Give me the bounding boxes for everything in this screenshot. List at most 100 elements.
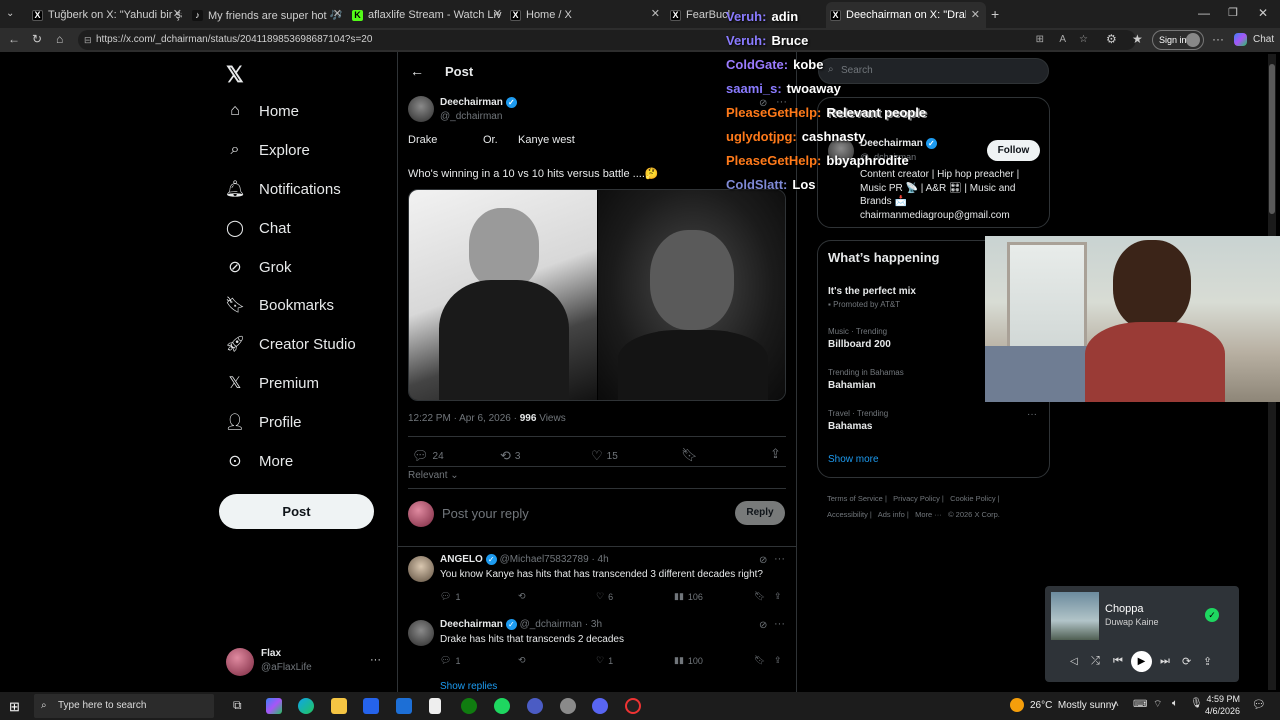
- wifi-icon[interactable]: ⌔: [1153, 698, 1162, 711]
- reply-action[interactable]: 💬︎ 24: [412, 448, 444, 464]
- weather-text[interactable]: 26°C Mostly sunny: [1030, 700, 1116, 711]
- author-handle[interactable]: @_dchairman: [440, 111, 502, 122]
- reply-input[interactable]: Post your reply: [442, 506, 529, 521]
- file-explorer-icon[interactable]: [331, 698, 347, 714]
- account-switcher[interactable]: Flax @aFlaxLife ···: [226, 646, 386, 678]
- repeat-icon[interactable]: ⟳: [1182, 655, 1191, 668]
- browser-tab[interactable]: ♪ My friends are super hot 🎶 😄 #j ✕: [192, 4, 342, 26]
- browser-tab[interactable]: X Tuğberk on X: "Yahudi bir şahıs, kı ✕: [32, 4, 182, 26]
- trend-more-icon[interactable]: ···: [1027, 409, 1037, 420]
- follow-button[interactable]: Follow: [987, 140, 1040, 161]
- tab-close-icon[interactable]: ✕: [173, 7, 182, 20]
- browser-tab-active[interactable]: X Deechairman on X: "Drake Or. Kan ✕: [826, 2, 986, 28]
- like-action[interactable]: ♡ 6: [596, 591, 613, 602]
- favorites-icon[interactable]: ★: [1132, 32, 1143, 46]
- xbox-icon[interactable]: [461, 698, 477, 714]
- reply-sort-dropdown[interactable]: Relevant ⌄: [408, 470, 459, 481]
- edge-browser-icon[interactable]: [298, 698, 314, 714]
- document-icon[interactable]: [429, 698, 441, 714]
- author-avatar[interactable]: [408, 96, 434, 122]
- footer-link[interactable]: Accessibility: [827, 510, 868, 519]
- liked-check-icon[interactable]: ✓: [1205, 608, 1219, 622]
- url-field[interactable]: ⊟ https://x.com/_dchairman/status/204118…: [78, 30, 1136, 50]
- clock-time[interactable]: 4:59 PM: [1204, 694, 1240, 704]
- sidebar-item-chat[interactable]: ◯ Chat: [226, 213, 291, 243]
- footer-link[interactable]: Terms of Service: [827, 494, 883, 503]
- reply-action[interactable]: 💬︎ 1: [440, 591, 460, 602]
- show-more-link[interactable]: Show more: [828, 454, 879, 465]
- notifications-icon[interactable]: 💬︎: [1252, 698, 1266, 711]
- bookmark-icon[interactable]: 🔖︎: [754, 591, 765, 602]
- like-action[interactable]: ♡ 1: [596, 655, 613, 666]
- minimize-icon[interactable]: —: [1198, 6, 1210, 20]
- next-icon[interactable]: ⏭: [1160, 655, 1170, 668]
- search-input[interactable]: ⌕ Search: [818, 58, 1049, 84]
- reply-more-icon[interactable]: ···: [774, 618, 785, 630]
- site-info-icon[interactable]: ⊟: [84, 30, 92, 50]
- reply-author[interactable]: ANGELO: [440, 554, 483, 565]
- footer-link[interactable]: More ···: [915, 510, 942, 519]
- reply-handle[interactable]: @Michael75832789 · 4h: [500, 554, 609, 565]
- spotify-icon[interactable]: [494, 698, 510, 714]
- tab-close-icon[interactable]: ✕: [651, 7, 660, 20]
- reply-avatar[interactable]: [408, 620, 434, 646]
- share-icon[interactable]: ⇪: [774, 591, 782, 602]
- sidebar-item-grok[interactable]: ⊘ Grok: [226, 252, 291, 282]
- obs-icon[interactable]: [625, 698, 641, 714]
- previous-icon[interactable]: ⏮: [1113, 655, 1123, 668]
- refresh-icon[interactable]: ↻: [32, 32, 42, 46]
- app-available-icon[interactable]: ⊞: [1036, 30, 1044, 50]
- author-name[interactable]: Deechairman ✓: [440, 97, 517, 108]
- footer-link[interactable]: Cookie Policy: [950, 494, 995, 503]
- grok-icon[interactable]: ⊘: [759, 555, 767, 566]
- tab-close-icon[interactable]: ✕: [493, 7, 502, 20]
- reply-author[interactable]: Deechairman: [440, 619, 503, 630]
- sidebar-item-more[interactable]: ⊙ More: [226, 446, 293, 476]
- volume-icon[interactable]: ◁: [1070, 656, 1078, 667]
- repost-action[interactable]: ⟲: [518, 591, 526, 602]
- read-aloud-icon[interactable]: A: [1059, 30, 1066, 50]
- tab-close-icon[interactable]: ✕: [333, 7, 342, 20]
- sidebar-item-profile[interactable]: 👤︎ Profile: [225, 407, 302, 437]
- post-media[interactable]: [408, 189, 786, 401]
- speaker-icon[interactable]: 🔈︎: [1172, 698, 1178, 709]
- views-action[interactable]: ▮▮ 100: [674, 655, 703, 666]
- favorite-star-icon[interactable]: ☆: [1079, 30, 1088, 50]
- copilot-icon[interactable]: [1234, 33, 1247, 46]
- extensions-icon[interactable]: ⚙: [1106, 32, 1117, 46]
- drake-photo[interactable]: [409, 190, 597, 400]
- back-icon[interactable]: ←: [8, 32, 20, 46]
- x-logo-icon[interactable]: 𝕏: [226, 62, 244, 88]
- discord-icon[interactable]: [592, 698, 608, 714]
- maximize-icon[interactable]: ❐: [1228, 6, 1238, 19]
- sidebar-item-premium[interactable]: 𝕏 Premium: [226, 368, 319, 398]
- footer-link[interactable]: Privacy Policy: [893, 494, 940, 503]
- reply-avatar[interactable]: [408, 556, 434, 582]
- mail-icon[interactable]: [396, 698, 412, 714]
- tab-close-icon[interactable]: ✕: [971, 8, 980, 21]
- post-button[interactable]: Post: [219, 494, 374, 529]
- reply-button[interactable]: Reply: [735, 501, 785, 525]
- taskbar-search[interactable]: ⌕ Type here to search: [34, 694, 214, 718]
- share-icon[interactable]: ⇪: [770, 446, 781, 462]
- network-icon[interactable]: ⌨: [1133, 699, 1147, 710]
- trend-item[interactable]: Travel · Trending Bahamas: [828, 409, 888, 432]
- new-tab-icon[interactable]: +: [991, 6, 999, 22]
- sidebar-item-home[interactable]: ⌂ Home: [226, 96, 299, 126]
- sidebar-item-notifications[interactable]: 🔔︎ Notifications: [225, 174, 341, 204]
- grok-icon[interactable]: ⊘: [759, 620, 767, 631]
- play-button[interactable]: ▶: [1131, 651, 1152, 672]
- trend-item[interactable]: It's the perfect mix ▪ Promoted by AT&T: [828, 283, 916, 309]
- clock-date[interactable]: 4/6/2026: [1198, 706, 1240, 716]
- sign-in-button[interactable]: Sign in: [1152, 30, 1204, 50]
- person-name[interactable]: Deechairman ✓: [860, 138, 937, 149]
- reply-handle[interactable]: @_dchairman · 3h: [520, 619, 602, 630]
- window-close-icon[interactable]: ✕: [1258, 6, 1268, 20]
- sidebar-item-explore[interactable]: ⌕ Explore: [226, 135, 310, 165]
- trend-item[interactable]: Trending in Bahamas Bahamian: [828, 368, 904, 391]
- task-view-icon[interactable]: ⧉: [233, 698, 242, 713]
- app-icon[interactable]: [527, 698, 543, 714]
- sidebar-item-bookmarks[interactable]: 🔖︎ Bookmarks: [225, 290, 334, 320]
- repost-action[interactable]: ⟲ 3: [500, 448, 520, 464]
- browser-tab[interactable]: X FearBuck on: [670, 4, 730, 26]
